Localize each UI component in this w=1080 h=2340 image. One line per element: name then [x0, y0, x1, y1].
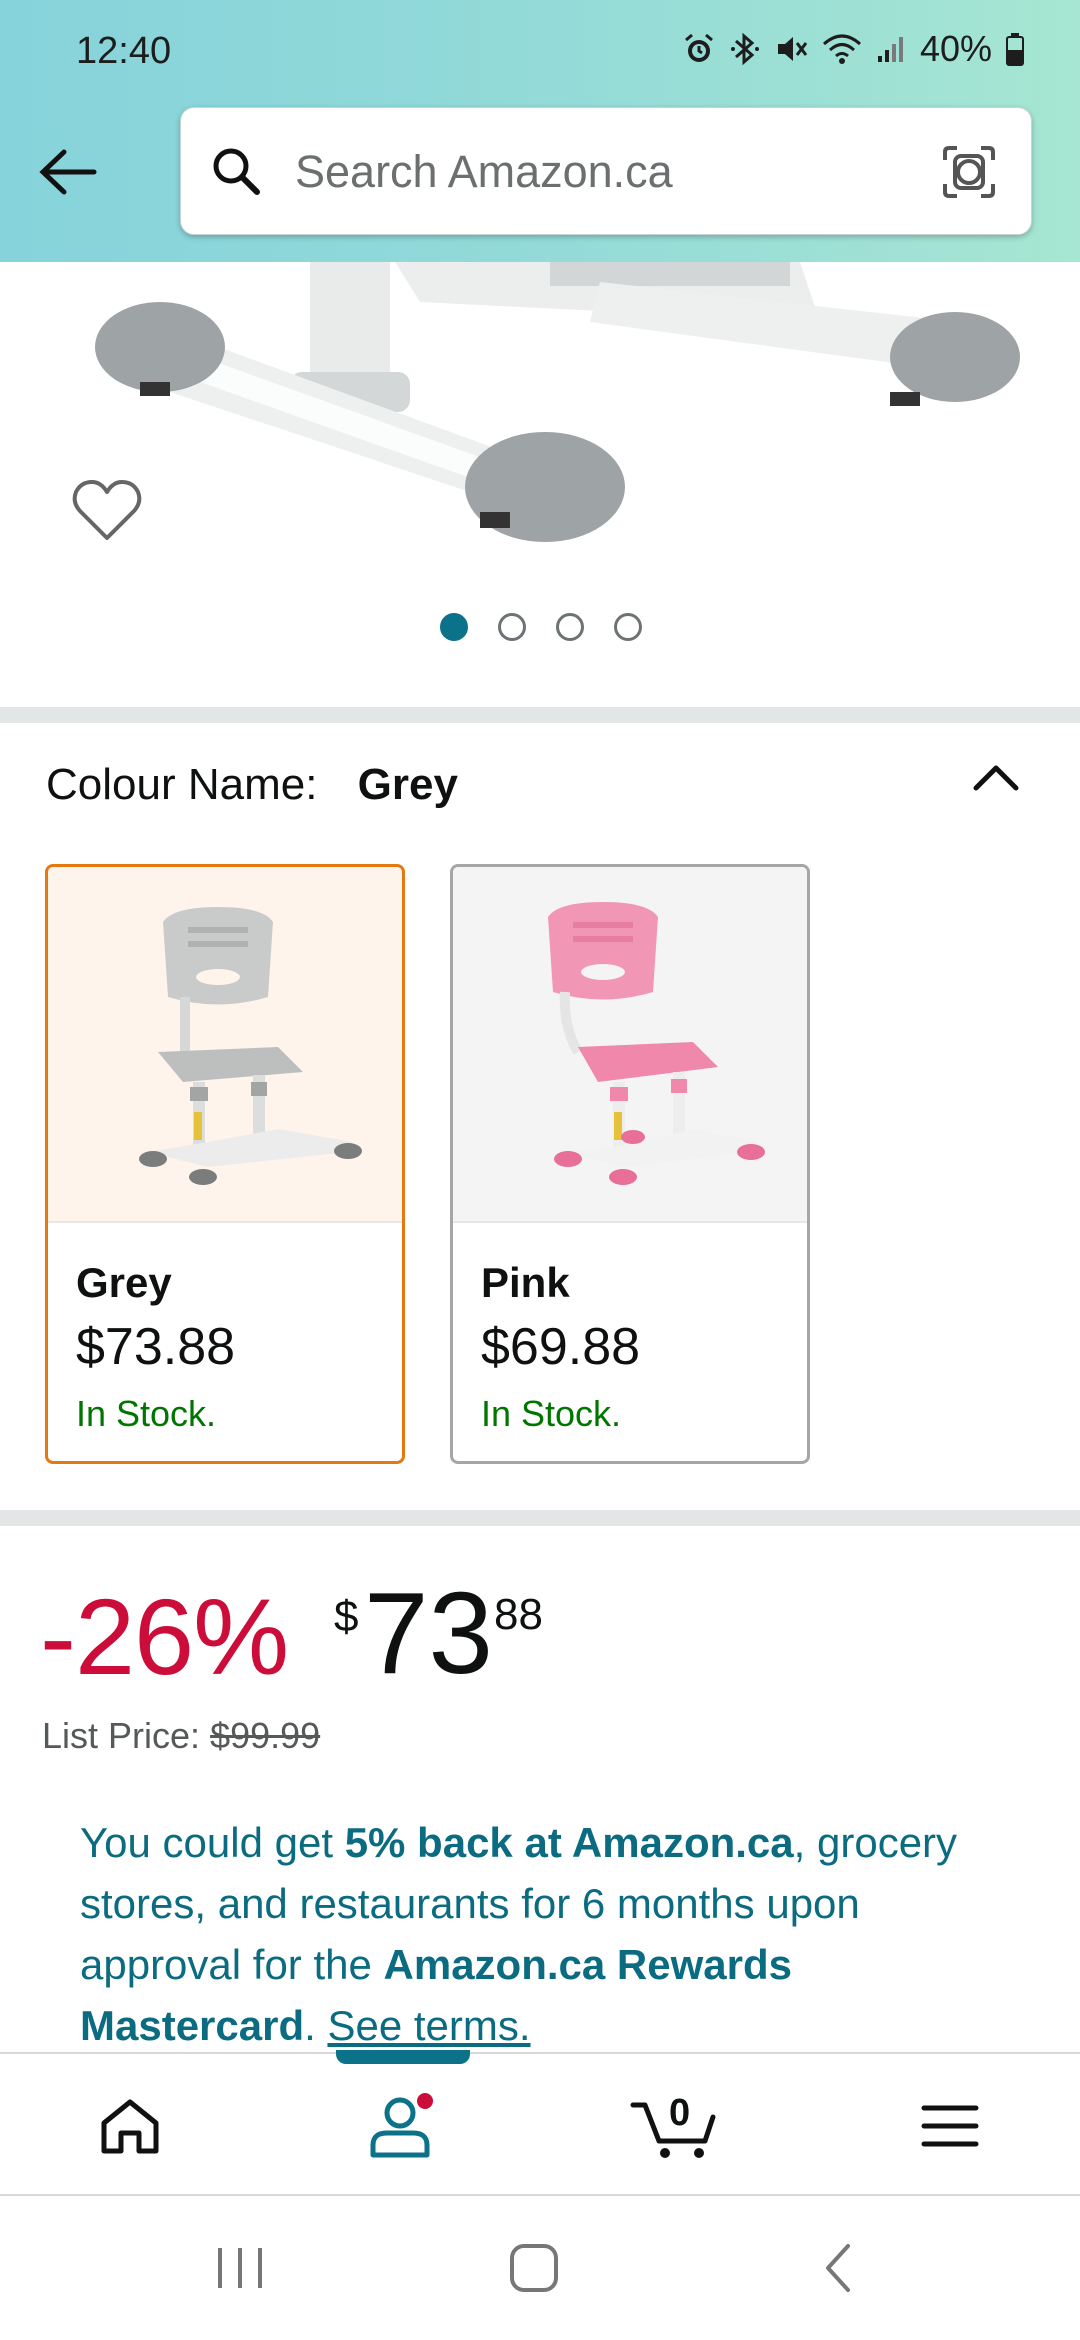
back-button[interactable] — [30, 135, 104, 209]
status-bar: 12:40 40% — [0, 0, 1080, 100]
list-price-label: List Price: — [42, 1715, 201, 1756]
pager-dot-4[interactable] — [614, 613, 642, 641]
section-divider — [0, 1510, 1080, 1526]
home-square-icon — [510, 2244, 558, 2292]
search-icon — [213, 148, 260, 195]
mute-icon — [777, 37, 808, 61]
price-currency: $ — [334, 1592, 359, 1641]
bottom-nav: 0 — [0, 2050, 1080, 2198]
cart-count: 0 — [669, 2092, 691, 2134]
nav-menu[interactable] — [900, 2054, 1000, 2198]
discount-percentage: -26% — [40, 1576, 289, 1697]
recent-apps-icon — [218, 2248, 262, 2288]
heart-icon — [72, 480, 142, 540]
search-placeholder: Search Amazon.ca — [295, 146, 673, 197]
alarm-icon — [684, 33, 713, 62]
chevron-left-icon — [826, 2244, 850, 2292]
nav-cart[interactable]: 0 — [624, 2054, 724, 2198]
user-icon — [370, 2093, 433, 2158]
colour-option-pink[interactable]: Pink $69.88 In Stock. — [450, 864, 810, 1464]
nav-home[interactable] — [80, 2054, 180, 2198]
option-stock: In Stock. — [76, 1393, 217, 1434]
option-price: $73.88 — [76, 1318, 236, 1376]
list-price-value: $99.99 — [210, 1715, 321, 1756]
pager-dot-3[interactable] — [556, 613, 584, 641]
pager-dot-2[interactable] — [498, 613, 526, 641]
option-name: Grey — [76, 1259, 172, 1306]
colour-name-row: Colour Name: Grey — [46, 760, 458, 810]
price-fraction: 88 — [494, 1590, 543, 1639]
status-icons: 40% — [682, 28, 1024, 70]
chevron-up-icon — [973, 765, 1019, 791]
nav-account[interactable] — [352, 2054, 452, 2198]
colour-option-grey[interactable]: Grey $73.88 In Stock. — [45, 864, 405, 1464]
option-stock: In Stock. — [481, 1393, 622, 1434]
promo-cashback: 5% back at Amazon.ca — [344, 1819, 794, 1866]
grey-chair-image — [48, 867, 402, 1223]
signal-icon — [877, 37, 903, 62]
promo-text: You could get — [80, 1819, 345, 1866]
option-name: Pink — [481, 1259, 570, 1306]
list-price: List Price: $99.99 — [42, 1715, 320, 1757]
colour-value: Grey — [357, 760, 458, 809]
camera-icon[interactable] — [939, 142, 999, 202]
colour-label: Colour Name: — [46, 760, 318, 809]
image-pager — [440, 613, 642, 641]
option-price: $69.88 — [481, 1318, 641, 1376]
rewards-promo[interactable]: You could get 5% back at Amazon.ca, groc… — [80, 1812, 1020, 2056]
arrow-left-icon — [39, 149, 97, 195]
system-back-button[interactable] — [788, 2196, 888, 2340]
hamburger-icon — [921, 2105, 979, 2147]
battery-level: 40% — [919, 28, 992, 69]
bluetooth-icon — [730, 32, 759, 66]
pink-chair-image — [453, 867, 807, 1223]
status-time: 12:40 — [76, 30, 172, 72]
pager-dot-1[interactable] — [440, 613, 468, 641]
system-nav-bar — [0, 2196, 1080, 2340]
see-terms-link[interactable]: See terms. — [327, 2002, 530, 2049]
home-icon — [101, 2099, 159, 2154]
recent-apps-button[interactable] — [190, 2196, 290, 2340]
section-divider — [0, 707, 1080, 723]
promo-text: . — [304, 2002, 328, 2049]
home-button[interactable] — [484, 2196, 584, 2340]
search-input[interactable]: Search Amazon.ca — [180, 107, 1032, 235]
wifi-icon — [822, 34, 861, 64]
app-header: 12:40 40% Search Amazon.ca — [0, 0, 1080, 262]
collapse-button[interactable] — [970, 758, 1022, 803]
wishlist-button[interactable] — [70, 478, 144, 549]
battery-icon — [1006, 33, 1024, 66]
price-whole: 73 — [364, 1568, 494, 1698]
